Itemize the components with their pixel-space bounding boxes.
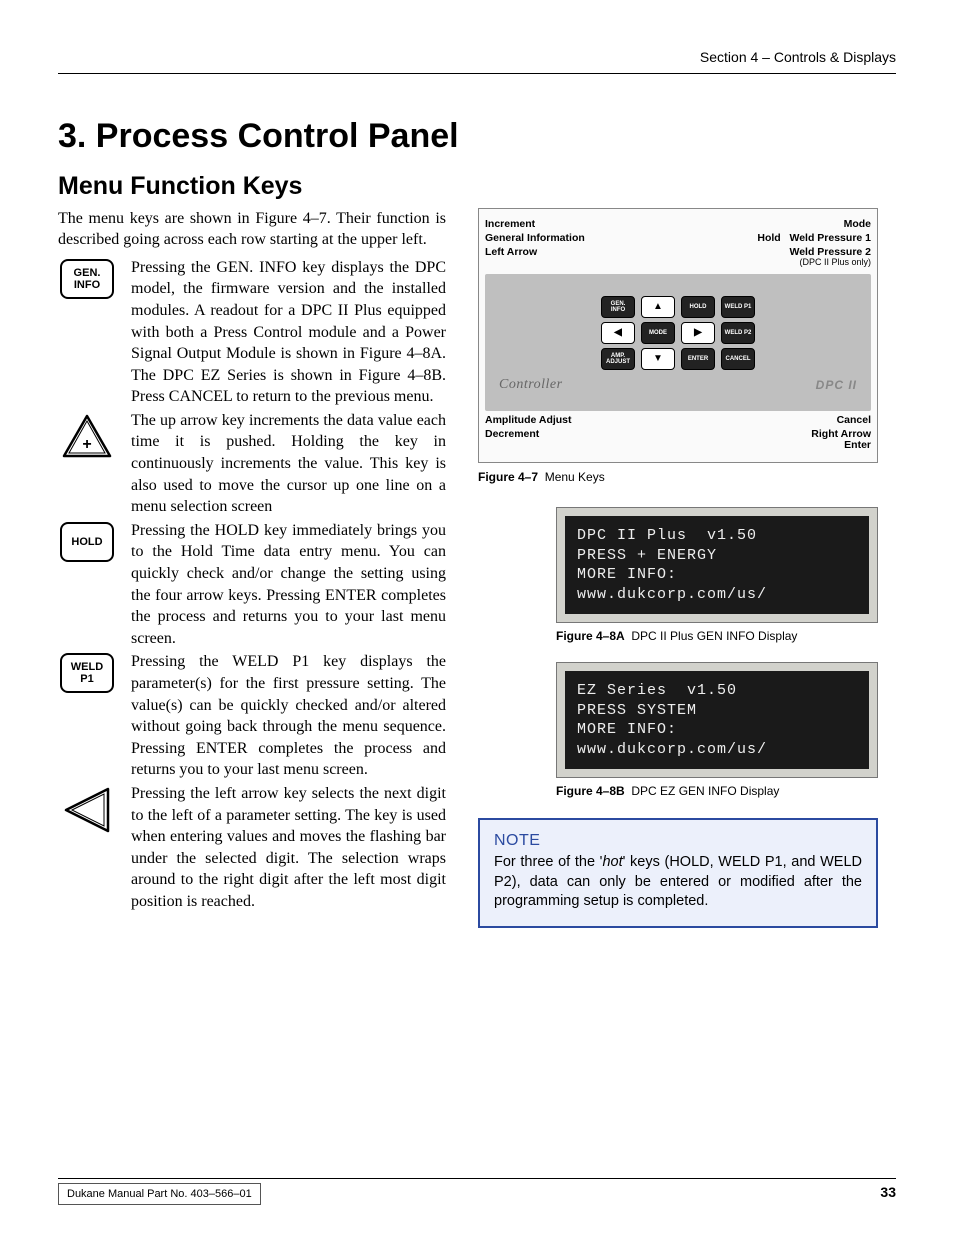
section-title: 3. Process Control Panel: [58, 114, 896, 160]
weld-p1-key-icon: WELDP1: [60, 653, 114, 693]
note-box: NOTE For three of the 'hot' keys (HOLD, …: [478, 818, 878, 928]
page-number: 33: [880, 1183, 896, 1205]
kp-cancel: CANCEL: [721, 348, 755, 370]
figure-4-8a-display: DPC II Plus v1.50 PRESS + ENERGY MORE IN…: [556, 507, 878, 623]
dpc-brand-text: DPC II: [816, 377, 857, 393]
up-arrow-key-icon: +: [60, 412, 114, 462]
kp-weld-p2: WELD P2: [721, 322, 755, 344]
svg-text:+: +: [82, 436, 91, 453]
kp-gen-info: GEN. INFO: [601, 296, 635, 318]
key-row-increment: + The up arrow key increments the data v…: [58, 410, 446, 518]
fig7-label-cancel: Cancel: [837, 415, 871, 426]
lcd-8a-text: DPC II Plus v1.50 PRESS + ENERGY MORE IN…: [565, 516, 869, 614]
fig7-label-geninfo: General Information: [485, 233, 585, 244]
page-header: Section 4 – Controls & Displays: [58, 48, 896, 74]
left-arrow-key-icon: [60, 785, 114, 835]
left-arrow-desc: Pressing the left arrow key selects the …: [131, 783, 446, 913]
increment-desc: The up arrow key increments the data val…: [131, 410, 446, 518]
subsection-title: Menu Function Keys: [58, 170, 896, 204]
gen-info-desc: Pressing the GEN. INFO key displays the …: [131, 257, 446, 408]
kp-amp-adjust: AMP. ADJUST: [601, 348, 635, 370]
fig7-label-left-arrow: Left Arrow: [485, 247, 537, 267]
figure-4-7-caption: Figure 4–7 Menu Keys: [478, 469, 878, 485]
key-row-left-arrow: Pressing the left arrow key selects the …: [58, 783, 446, 913]
hold-key-icon: HOLD: [60, 522, 114, 562]
gen-info-key-icon: GEN.INFO: [60, 259, 114, 299]
note-body-pre: For three of the ': [494, 854, 602, 870]
kp-enter: ENTER: [681, 348, 715, 370]
fig7-label-wp2: Weld Pressure 2: [789, 246, 871, 258]
page-footer: Dukane Manual Part No. 403–566–01 33: [58, 1178, 896, 1205]
figure-4-8a-caption: Figure 4–8A DPC II Plus GEN INFO Display: [556, 628, 878, 644]
right-column: Increment Mode General Information Hold We…: [478, 208, 878, 928]
keypad-graphic: GEN. INFO ▲ HOLD WELD P1 ◀ MODE ▶ WELD P…: [485, 274, 871, 411]
note-body-em: hot: [602, 854, 622, 870]
controller-brand-text: Controller: [499, 376, 563, 395]
fig7-label-wp1: Weld Pressure 1: [789, 232, 871, 244]
key-row-weld-p1: WELDP1 Pressing the WELD P1 key displays…: [58, 651, 446, 781]
weld-p1-desc: Pressing the WELD P1 key displays the pa…: [131, 651, 446, 781]
fig7-label-increment: Increment: [485, 219, 535, 230]
note-title: NOTE: [494, 830, 862, 852]
hold-desc: Pressing the HOLD key immediately brings…: [131, 520, 446, 650]
left-column: The menu keys are shown in Figure 4–7. T…: [58, 208, 446, 928]
fig7-label-enter: Enter: [844, 439, 871, 451]
kp-weld-p1: WELD P1: [721, 296, 755, 318]
kp-down: ▼: [641, 348, 675, 370]
footer-part-no: Dukane Manual Part No. 403–566–01: [58, 1183, 261, 1205]
figure-4-8b-caption: Figure 4–8B DPC EZ GEN INFO Display: [556, 783, 878, 799]
fig7-label-wp2-sub: (DPC II Plus only): [789, 258, 871, 267]
kp-up: ▲: [641, 296, 675, 318]
fig7-label-amp-adjust: Amplitude Adjust: [485, 415, 572, 426]
kp-right: ▶: [681, 322, 715, 344]
figure-4-7-panel: Increment Mode General Information Hold We…: [478, 208, 878, 463]
kp-left: ◀: [601, 322, 635, 344]
fig7-label-mode: Mode: [844, 219, 871, 230]
fig7-label-hold: Hold: [757, 232, 780, 244]
lcd-8b-text: EZ Series v1.50 PRESS SYSTEM MORE INFO: …: [565, 671, 869, 769]
intro-paragraph: The menu keys are shown in Figure 4–7. T…: [58, 208, 446, 251]
fig7-label-decrement: Decrement: [485, 429, 539, 451]
key-row-gen-info: GEN.INFO Pressing the GEN. INFO key disp…: [58, 257, 446, 408]
kp-mode: MODE: [641, 322, 675, 344]
kp-hold: HOLD: [681, 296, 715, 318]
key-row-hold: HOLD Pressing the HOLD key immediately b…: [58, 520, 446, 650]
figure-4-8b-display: EZ Series v1.50 PRESS SYSTEM MORE INFO: …: [556, 662, 878, 778]
